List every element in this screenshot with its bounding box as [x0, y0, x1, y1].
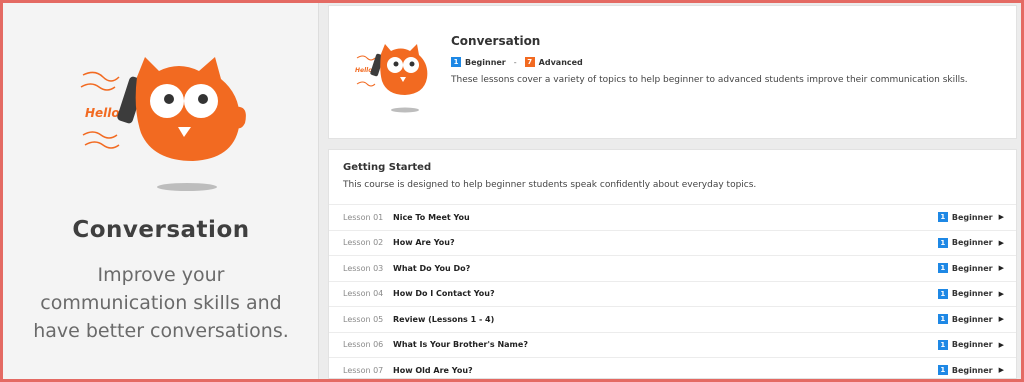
level-badge: 1 [937, 314, 948, 325]
level-badge-start: 1 [451, 57, 461, 67]
lesson-list: Lesson 01 Nice To Meet You 1 Beginner ▶ … [329, 204, 1016, 382]
level-label-end: Advanced [538, 57, 583, 67]
lesson-title[interactable]: What Do You Do? [393, 264, 470, 273]
caret-right-icon[interactable]: ▶ [999, 290, 1004, 298]
lesson-level: 1 Beginner ▶ [937, 288, 1004, 299]
lesson-number: Lesson 06 [343, 340, 384, 350]
lesson-title[interactable]: How Do I Contact You? [393, 289, 495, 298]
lesson-row[interactable]: Lesson 04 How Do I Contact You? 1 Beginn… [329, 280, 1016, 307]
lesson-title[interactable]: What Is Your Brother's Name? [393, 340, 528, 349]
course-title: Conversation [451, 34, 541, 48]
promo-description: Improve your communication skills and ha… [33, 264, 289, 342]
owl-mascot-on-phone-icon: Hello! [355, 44, 428, 113]
level-badge: 1 [937, 339, 948, 350]
lesson-level: 1 Beginner ▶ [937, 212, 1004, 223]
lesson-level: 1 Beginner ▶ [937, 365, 1004, 376]
course-header-card: Hello! Conversation 1 Beginner - 7 Advan… [328, 5, 1017, 139]
lesson-title[interactable]: Review (Lessons 1 - 4) [393, 315, 494, 324]
lesson-row[interactable]: Lesson 02 How Are You? 1 Beginner ▶ [329, 229, 1016, 256]
level-badge: 1 [937, 365, 948, 376]
caret-right-icon[interactable]: ▶ [999, 341, 1004, 349]
lesson-level: 1 Beginner ▶ [937, 237, 1004, 248]
course-promo-panel: Hello! Conversation Improve your communi… [3, 3, 319, 379]
caret-right-icon[interactable]: ▶ [999, 239, 1004, 247]
section-title: Getting Started [343, 162, 432, 173]
lesson-row[interactable]: Lesson 01 Nice To Meet You 1 Beginner ▶ [329, 204, 1016, 230]
level-label: Beginner [951, 263, 993, 273]
lesson-number: Lesson 03 [343, 263, 384, 273]
section-description: This course is designed to help beginner… [343, 180, 757, 190]
caret-right-icon[interactable]: ▶ [999, 366, 1004, 374]
lesson-number: Lesson 02 [343, 238, 384, 248]
caret-right-icon[interactable]: ▶ [999, 264, 1004, 272]
level-badge-end: 7 [524, 57, 535, 67]
level-separator: - [513, 57, 517, 67]
level-label: Beginner [951, 365, 993, 375]
caret-right-icon[interactable]: ▶ [999, 213, 1004, 221]
level-label: Beginner [951, 314, 993, 324]
lesson-title[interactable]: How Old Are You? [393, 366, 473, 375]
level-badge: 1 [937, 288, 948, 299]
lesson-row[interactable]: Lesson 03 What Do You Do? 1 Beginner ▶ [329, 255, 1016, 281]
level-label: Beginner [951, 289, 993, 299]
level-label-start: Beginner [465, 57, 506, 67]
lesson-number: Lesson 01 [343, 212, 384, 222]
lesson-level: 1 Beginner ▶ [937, 314, 1004, 325]
course-description: These lessons cover a variety of topics … [451, 75, 968, 85]
level-badge: 1 [937, 237, 948, 248]
level-badge: 1 [937, 263, 948, 274]
lesson-number: Lesson 07 [343, 365, 384, 375]
level-label: Beginner [951, 212, 993, 222]
owl-mascot-on-phone-icon: Hello! [80, 57, 246, 191]
lesson-number: Lesson 04 [343, 289, 384, 299]
level-badge: 1 [937, 212, 948, 223]
lesson-level: 1 Beginner ▶ [937, 263, 1004, 274]
lesson-title[interactable]: How Are You? [393, 238, 455, 247]
lesson-level: 1 Beginner ▶ [937, 339, 1004, 350]
course-level-range: 1 Beginner - 7 Advanced [451, 57, 583, 67]
lessons-section: Getting Started This course is designed … [328, 149, 1017, 379]
caret-right-icon[interactable]: ▶ [999, 315, 1004, 323]
lesson-row[interactable]: Lesson 07 How Old Are You? 1 Beginner ▶ [329, 357, 1016, 382]
level-label: Beginner [951, 340, 993, 350]
lesson-number: Lesson 05 [343, 314, 384, 324]
promo-title: Conversation [72, 217, 250, 243]
lesson-title[interactable]: Nice To Meet You [393, 213, 470, 222]
lesson-row[interactable]: Lesson 06 What Is Your Brother's Name? 1… [329, 331, 1016, 358]
lesson-row[interactable]: Lesson 05 Review (Lessons 1 - 4) 1 Begin… [329, 306, 1016, 332]
level-label: Beginner [951, 238, 993, 248]
course-content: Hello! Conversation 1 Beginner - 7 Advan… [324, 3, 1021, 379]
